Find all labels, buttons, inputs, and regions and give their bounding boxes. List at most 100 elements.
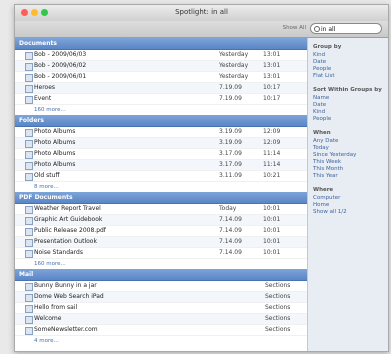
table-row[interactable]: Photo Albums 3.19.09 12:09: [15, 138, 307, 149]
row-kind: Sections: [265, 293, 291, 300]
row-name: Noise Standards: [34, 249, 83, 256]
row-time: 13:01: [263, 73, 281, 80]
table-row[interactable]: Public Release 2008.pdf 7.14.09 10:01: [15, 226, 307, 237]
row-date: 3.19.09: [219, 128, 242, 135]
mail-icon: [25, 294, 33, 302]
row-kind: Sections: [265, 304, 291, 311]
sidebar-option[interactable]: People: [313, 116, 383, 123]
table-row[interactable]: Welcome Sections: [15, 314, 307, 325]
sidebar-option[interactable]: Any Date: [313, 138, 383, 145]
table-row[interactable]: Bunny Bunny in a jar Sections: [15, 281, 307, 292]
table-row[interactable]: Bob - 2009/06/03 Yesterday 13:01: [15, 50, 307, 61]
table-row[interactable]: Photo Albums 3.17.09 11:14: [15, 160, 307, 171]
sidebar-group-title: Group by: [313, 44, 342, 50]
mail-icon: [25, 316, 33, 324]
table-row[interactable]: Noise Standards 7.14.09 10:01: [15, 248, 307, 259]
row-name: Event: [34, 95, 52, 102]
sidebar-option[interactable]: People: [313, 66, 383, 73]
section-rows: Bunny Bunny in a jar Sections Dome Web Se…: [15, 281, 307, 336]
sidebar-option[interactable]: Flat List: [313, 73, 383, 80]
sidebar-option[interactable]: This Year: [313, 173, 383, 180]
row-time: 10:01: [263, 227, 281, 234]
row-name: SomeNewsletter.com: [34, 326, 98, 333]
row-date: 3.11.09: [219, 172, 242, 179]
pdf-icon: [25, 206, 33, 214]
row-time: 10:01: [263, 249, 281, 256]
more-results-link[interactable]: 160 more...: [15, 105, 307, 115]
row-name: Heroes: [34, 84, 56, 91]
sidebar-option[interactable]: This Week: [313, 159, 383, 166]
row-name: Photo Albums: [34, 128, 76, 135]
table-row[interactable]: Heroes 7.19.09 10:17: [15, 83, 307, 94]
row-time: 10:01: [263, 216, 281, 223]
row-name: Hello from sail: [34, 304, 78, 311]
sidebar-option[interactable]: Today: [313, 145, 383, 152]
table-row[interactable]: SomeNewsletter.com Sections: [15, 325, 307, 336]
search-input[interactable]: in all: [310, 23, 382, 34]
row-name: Presentation Outlook: [34, 238, 97, 245]
show-all-label[interactable]: Show All: [283, 25, 306, 31]
row-date: 3.19.09: [219, 139, 242, 146]
table-row[interactable]: Presentation Outlook 7.14.09 10:01: [15, 237, 307, 248]
where-options: Where Computer Home Show all 1/2: [313, 187, 383, 216]
sidebar-option[interactable]: Show all 1/2: [313, 209, 383, 216]
row-time: 10:21: [263, 172, 281, 179]
table-row[interactable]: Bob - 2009/06/02 Yesterday 13:01: [15, 61, 307, 72]
document-icon: [25, 63, 33, 71]
pdf-icon: [25, 217, 33, 225]
row-time: 10:01: [263, 205, 281, 212]
row-name: Bunny Bunny in a jar: [34, 282, 97, 289]
section-rows: Photo Albums 3.19.09 12:09 Photo Albums 3.1…: [15, 127, 307, 182]
row-name: Welcome: [34, 315, 62, 322]
table-row[interactable]: Graphic Art Guidebook 7.14.09 10:01: [15, 215, 307, 226]
table-row[interactable]: Photo Albums 3.19.09 12:09: [15, 127, 307, 138]
mail-icon: [25, 283, 33, 291]
table-row[interactable]: Bob - 2009/06/01 Yesterday 13:01: [15, 72, 307, 83]
sidebar-option[interactable]: Kind: [313, 52, 383, 59]
row-date: 7.19.09: [219, 95, 242, 102]
section-header-mail[interactable]: Mail: [15, 269, 307, 281]
table-row[interactable]: Event 7.19.09 10:17: [15, 94, 307, 105]
section-header-folders[interactable]: Folders: [15, 115, 307, 127]
more-results-link[interactable]: 4 more...: [15, 336, 307, 346]
window-title: Spotlight: in all: [175, 8, 228, 16]
row-name: Weather Report Travel: [34, 205, 101, 212]
table-row[interactable]: Hello from sail Sections: [15, 303, 307, 314]
folder-icon: [25, 151, 33, 159]
row-time: 10:01: [263, 238, 281, 245]
table-row[interactable]: Old stuff 3.11.09 10:21: [15, 171, 307, 182]
spotlight-window: Spotlight: in all Show All in all Docume…: [14, 4, 389, 352]
more-results-link[interactable]: 8 more...: [15, 182, 307, 192]
folder-icon: [25, 173, 33, 181]
sidebar-option[interactable]: Computer: [313, 195, 383, 202]
sidebar-option[interactable]: Kind: [313, 109, 383, 116]
row-name: Photo Albums: [34, 161, 76, 168]
sidebar-option[interactable]: Since Yesterday: [313, 152, 383, 159]
sidebar-option[interactable]: Date: [313, 102, 383, 109]
row-name: Bob - 2009/06/03: [34, 51, 87, 58]
when-options: When Any Date Today Since Yesterday This…: [313, 130, 383, 180]
table-row[interactable]: Dome Web Search iPad Sections: [15, 292, 307, 303]
more-results-link[interactable]: 160 more...: [15, 259, 307, 269]
section-header-documents[interactable]: Documents: [15, 38, 307, 50]
sidebar-option[interactable]: This Month: [313, 166, 383, 173]
row-name: Old stuff: [34, 172, 60, 179]
section-header-pdf-documents[interactable]: PDF Documents: [15, 192, 307, 204]
row-name: Photo Albums: [34, 150, 76, 157]
row-name: Graphic Art Guidebook: [34, 216, 103, 223]
sidebar-option[interactable]: Date: [313, 59, 383, 66]
results-list: Documents Bob - 2009/06/03 Yesterday 13:01…: [15, 38, 307, 351]
sidebar-option[interactable]: Name: [313, 95, 383, 102]
sidebar-group-title: Sort Within Groups by: [313, 87, 382, 93]
row-date: Yesterday: [219, 73, 249, 80]
search-icon: [314, 26, 320, 32]
row-date: 3.17.09: [219, 150, 242, 157]
title-bar: Spotlight: in all: [15, 5, 388, 22]
document-icon: [25, 85, 33, 93]
row-date: 3.17.09: [219, 161, 242, 168]
sidebar-option[interactable]: Home: [313, 202, 383, 209]
table-row[interactable]: Weather Report Travel Today 10:01: [15, 204, 307, 215]
document-icon: [25, 74, 33, 82]
row-time: 11:14: [263, 161, 281, 168]
table-row[interactable]: Photo Albums 3.17.09 11:14: [15, 149, 307, 160]
